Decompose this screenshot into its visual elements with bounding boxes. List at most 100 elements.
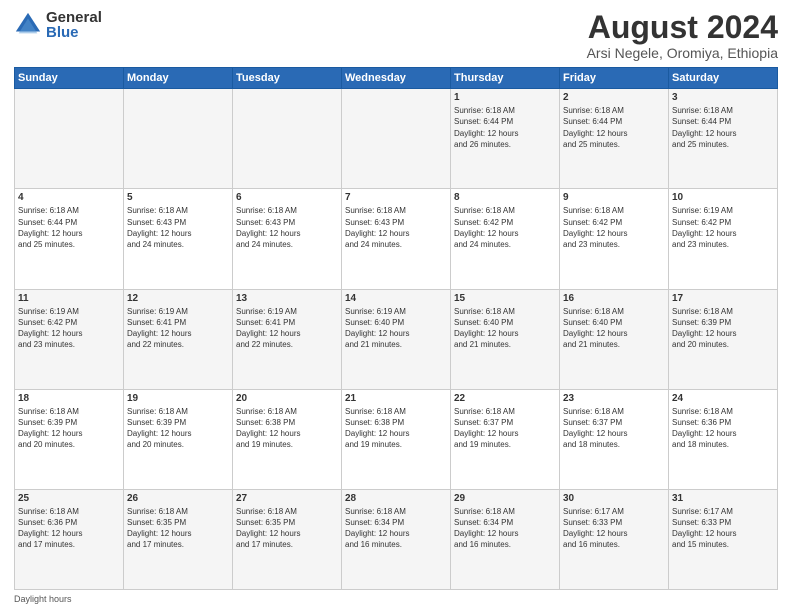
day-info: Sunrise: 6:19 AM Sunset: 6:42 PM Dayligh… <box>18 306 120 351</box>
calendar-week-row: 11 Sunrise: 6:19 AM Sunset: 6:42 PM Dayli… <box>15 289 778 389</box>
footer-text: Daylight hours <box>14 594 72 604</box>
calendar-day-header: Monday <box>124 68 233 89</box>
day-number: 1 <box>454 92 556 103</box>
calendar-day-header: Sunday <box>15 68 124 89</box>
logo-icon <box>14 11 42 39</box>
page-title: August 2024 <box>587 10 778 45</box>
calendar-cell <box>124 89 233 189</box>
calendar-cell <box>342 89 451 189</box>
day-number: 12 <box>127 293 229 304</box>
calendar-page: General Blue August 2024 Arsi Negele, Or… <box>0 0 792 612</box>
calendar-cell: 30Sunrise: 6:17 AM Sunset: 6:33 PM Dayli… <box>560 489 669 589</box>
footer-note: Daylight hours <box>14 594 778 604</box>
day-number: 2 <box>563 92 665 103</box>
logo-blue-text: Blue <box>46 25 102 40</box>
day-number: 6 <box>236 192 338 203</box>
calendar-cell: 21Sunrise: 6:18 AM Sunset: 6:38 PM Dayli… <box>342 389 451 489</box>
calendar-day-header: Thursday <box>451 68 560 89</box>
logo: General Blue <box>14 10 102 40</box>
day-number: 17 <box>672 293 774 304</box>
day-number: 9 <box>563 192 665 203</box>
calendar-cell: 15 Sunrise: 6:18 AM Sunset: 6:40 PM Dayli… <box>451 289 560 389</box>
day-number: 30 <box>563 493 665 504</box>
calendar-cell: 8 Sunrise: 6:18 AM Sunset: 6:42 PM Daylig… <box>451 189 560 289</box>
calendar-cell: 28Sunrise: 6:18 AM Sunset: 6:34 PM Dayli… <box>342 489 451 589</box>
day-info: Sunrise: 6:18 AM Sunset: 6:39 PM Dayligh… <box>18 406 120 451</box>
calendar-header-row: SundayMondayTuesdayWednesdayThursdayFrid… <box>15 68 778 89</box>
title-block: August 2024 Arsi Negele, Oromiya, Ethiop… <box>587 10 778 61</box>
day-info: Sunrise: 6:17 AM Sunset: 6:33 PM Dayligh… <box>672 506 774 551</box>
calendar-cell: 27 Sunrise: 6:18 AM Sunset: 6:35 PM Dayli… <box>233 489 342 589</box>
calendar-cell: 10Sunrise: 6:19 AM Sunset: 6:42 PM Dayli… <box>669 189 778 289</box>
day-number: 25 <box>18 493 120 504</box>
day-number: 23 <box>563 393 665 404</box>
logo-text: General Blue <box>46 10 102 40</box>
day-info: Sunrise: 6:18 AM Sunset: 6:37 PM Dayligh… <box>563 406 665 451</box>
calendar-cell: 7Sunrise: 6:18 AM Sunset: 6:43 PM Daylig… <box>342 189 451 289</box>
day-number: 19 <box>127 393 229 404</box>
calendar-cell: 19Sunrise: 6:18 AM Sunset: 6:39 PM Dayli… <box>124 389 233 489</box>
day-number: 5 <box>127 192 229 203</box>
calendar-cell: 13 Sunrise: 6:19 AM Sunset: 6:41 PM Dayli… <box>233 289 342 389</box>
calendar-cell: 6 Sunrise: 6:18 AM Sunset: 6:43 PM Daylig… <box>233 189 342 289</box>
day-number: 26 <box>127 493 229 504</box>
day-info: Sunrise: 6:18 AM Sunset: 6:44 PM Dayligh… <box>672 105 774 150</box>
day-info: Sunrise: 6:18 AM Sunset: 6:36 PM Dayligh… <box>672 406 774 451</box>
day-info: Sunrise: 6:18 AM Sunset: 6:44 PM Dayligh… <box>18 205 120 250</box>
header: General Blue August 2024 Arsi Negele, Or… <box>14 10 778 61</box>
day-number: 20 <box>236 393 338 404</box>
day-info: Sunrise: 6:18 AM Sunset: 6:36 PM Dayligh… <box>18 506 120 551</box>
calendar-cell: 29 Sunrise: 6:18 AM Sunset: 6:34 PM Dayli… <box>451 489 560 589</box>
calendar-cell: 31 Sunrise: 6:17 AM Sunset: 6:33 PM Dayli… <box>669 489 778 589</box>
day-number: 27 <box>236 493 338 504</box>
day-info: Sunrise: 6:18 AM Sunset: 6:43 PM Dayligh… <box>345 205 447 250</box>
calendar-cell: 25 Sunrise: 6:18 AM Sunset: 6:36 PM Dayli… <box>15 489 124 589</box>
day-number: 29 <box>454 493 556 504</box>
calendar-cell: 24 Sunrise: 6:18 AM Sunset: 6:36 PM Dayli… <box>669 389 778 489</box>
day-number: 31 <box>672 493 774 504</box>
calendar-cell: 11 Sunrise: 6:19 AM Sunset: 6:42 PM Dayli… <box>15 289 124 389</box>
page-subtitle: Arsi Negele, Oromiya, Ethiopia <box>587 45 778 61</box>
calendar-cell: 12Sunrise: 6:19 AM Sunset: 6:41 PM Dayli… <box>124 289 233 389</box>
calendar-cell: 3Sunrise: 6:18 AM Sunset: 6:44 PM Daylig… <box>669 89 778 189</box>
calendar-cell: 2 Sunrise: 6:18 AM Sunset: 6:44 PM Daylig… <box>560 89 669 189</box>
day-info: Sunrise: 6:19 AM Sunset: 6:40 PM Dayligh… <box>345 306 447 351</box>
day-info: Sunrise: 6:18 AM Sunset: 6:35 PM Dayligh… <box>127 506 229 551</box>
day-number: 24 <box>672 393 774 404</box>
calendar-cell: 16Sunrise: 6:18 AM Sunset: 6:40 PM Dayli… <box>560 289 669 389</box>
calendar-day-header: Friday <box>560 68 669 89</box>
day-number: 14 <box>345 293 447 304</box>
day-info: Sunrise: 6:18 AM Sunset: 6:35 PM Dayligh… <box>236 506 338 551</box>
day-number: 13 <box>236 293 338 304</box>
day-info: Sunrise: 6:18 AM Sunset: 6:44 PM Dayligh… <box>563 105 665 150</box>
day-number: 15 <box>454 293 556 304</box>
day-number: 18 <box>18 393 120 404</box>
day-info: Sunrise: 6:18 AM Sunset: 6:43 PM Dayligh… <box>127 205 229 250</box>
calendar-cell: 26 Sunrise: 6:18 AM Sunset: 6:35 PM Dayli… <box>124 489 233 589</box>
calendar-table: SundayMondayTuesdayWednesdayThursdayFrid… <box>14 67 778 590</box>
day-number: 21 <box>345 393 447 404</box>
calendar-cell: 23 Sunrise: 6:18 AM Sunset: 6:37 PM Dayli… <box>560 389 669 489</box>
day-info: Sunrise: 6:18 AM Sunset: 6:42 PM Dayligh… <box>454 205 556 250</box>
day-info: Sunrise: 6:18 AM Sunset: 6:43 PM Dayligh… <box>236 205 338 250</box>
calendar-week-row: 4Sunrise: 6:18 AM Sunset: 6:44 PM Daylig… <box>15 189 778 289</box>
day-info: Sunrise: 6:19 AM Sunset: 6:41 PM Dayligh… <box>236 306 338 351</box>
calendar-cell: 20Sunrise: 6:18 AM Sunset: 6:38 PM Dayli… <box>233 389 342 489</box>
day-number: 8 <box>454 192 556 203</box>
day-number: 16 <box>563 293 665 304</box>
day-info: Sunrise: 6:18 AM Sunset: 6:34 PM Dayligh… <box>454 506 556 551</box>
calendar-cell: 22Sunrise: 6:18 AM Sunset: 6:37 PM Dayli… <box>451 389 560 489</box>
calendar-week-row: 1 Sunrise: 6:18 AM Sunset: 6:44 PM Daylig… <box>15 89 778 189</box>
day-number: 28 <box>345 493 447 504</box>
calendar-cell: 14 Sunrise: 6:19 AM Sunset: 6:40 PM Dayli… <box>342 289 451 389</box>
calendar-day-header: Saturday <box>669 68 778 89</box>
calendar-cell <box>233 89 342 189</box>
calendar-cell: 4Sunrise: 6:18 AM Sunset: 6:44 PM Daylig… <box>15 189 124 289</box>
day-number: 11 <box>18 293 120 304</box>
calendar-week-row: 25 Sunrise: 6:18 AM Sunset: 6:36 PM Dayli… <box>15 489 778 589</box>
day-info: Sunrise: 6:18 AM Sunset: 6:40 PM Dayligh… <box>454 306 556 351</box>
calendar-day-header: Tuesday <box>233 68 342 89</box>
calendar-cell: 5 Sunrise: 6:18 AM Sunset: 6:43 PM Daylig… <box>124 189 233 289</box>
day-number: 22 <box>454 393 556 404</box>
day-info: Sunrise: 6:18 AM Sunset: 6:39 PM Dayligh… <box>672 306 774 351</box>
